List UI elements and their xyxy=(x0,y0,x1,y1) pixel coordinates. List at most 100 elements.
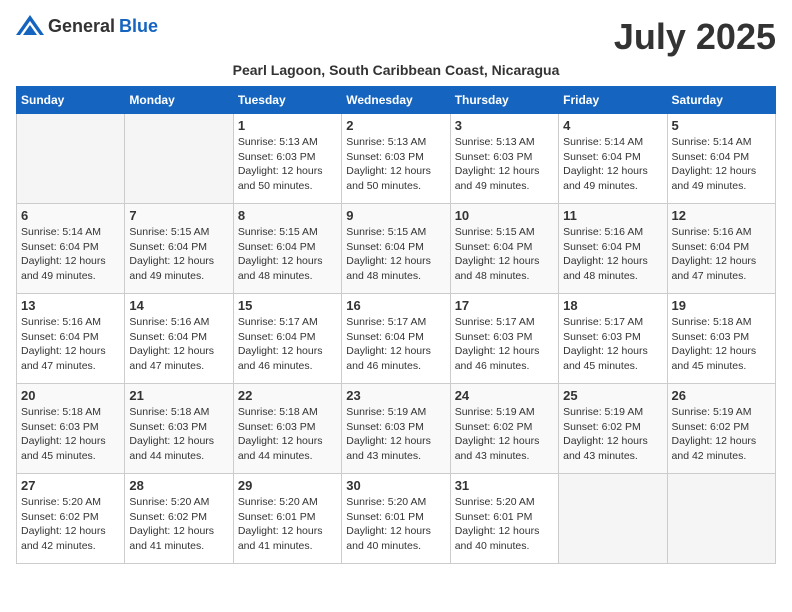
calendar-cell: 30 Sunrise: 5:20 AM Sunset: 6:01 PM Dayli… xyxy=(342,474,450,564)
calendar-cell: 3 Sunrise: 5:13 AM Sunset: 6:03 PM Daylig… xyxy=(450,114,558,204)
day-info: Sunrise: 5:19 AM Sunset: 6:02 PM Dayligh… xyxy=(672,405,771,464)
day-info: Sunrise: 5:13 AM Sunset: 6:03 PM Dayligh… xyxy=(346,135,445,194)
day-info: Sunrise: 5:16 AM Sunset: 6:04 PM Dayligh… xyxy=(21,315,120,374)
calendar-week-1: 1 Sunrise: 5:13 AM Sunset: 6:03 PM Daylig… xyxy=(17,114,776,204)
calendar-cell: 21Sunrise: 5:18 AM Sunset: 6:03 PM Dayli… xyxy=(125,384,233,474)
calendar-header-row: SundayMondayTuesdayWednesdayThursdayFrid… xyxy=(17,87,776,114)
day-info: Sunrise: 5:16 AM Sunset: 6:04 PM Dayligh… xyxy=(129,315,228,374)
day-number: 27 xyxy=(21,478,120,493)
day-info: Sunrise: 5:20 AM Sunset: 6:02 PM Dayligh… xyxy=(129,495,228,554)
day-info: Sunrise: 5:16 AM Sunset: 6:04 PM Dayligh… xyxy=(672,225,771,284)
calendar-cell: 18 Sunrise: 5:17 AM Sunset: 6:03 PM Dayli… xyxy=(559,294,667,384)
day-info: Sunrise: 5:14 AM Sunset: 6:04 PM Dayligh… xyxy=(563,135,662,194)
location-title: Pearl Lagoon, South Caribbean Coast, Nic… xyxy=(16,62,776,78)
day-info: Sunrise: 5:20 AM Sunset: 6:01 PM Dayligh… xyxy=(238,495,337,554)
column-header-saturday: Saturday xyxy=(667,87,775,114)
day-info: Sunrise: 5:16 AM Sunset: 6:04 PM Dayligh… xyxy=(563,225,662,284)
calendar-cell: 2 Sunrise: 5:13 AM Sunset: 6:03 PM Daylig… xyxy=(342,114,450,204)
day-info: Sunrise: 5:17 AM Sunset: 6:04 PM Dayligh… xyxy=(238,315,337,374)
day-number: 8 xyxy=(238,208,337,223)
calendar-cell: 26 Sunrise: 5:19 AM Sunset: 6:02 PM Dayli… xyxy=(667,384,775,474)
day-number: 23 xyxy=(346,388,445,403)
day-number: 30 xyxy=(346,478,445,493)
logo-general: General xyxy=(48,16,115,37)
calendar-cell: 23 Sunrise: 5:19 AM Sunset: 6:03 PM Dayli… xyxy=(342,384,450,474)
column-header-sunday: Sunday xyxy=(17,87,125,114)
day-number: 14 xyxy=(129,298,228,313)
calendar-week-5: 27 Sunrise: 5:20 AM Sunset: 6:02 PM Dayli… xyxy=(17,474,776,564)
calendar-cell: 20 Sunrise: 5:18 AM Sunset: 6:03 PM Dayli… xyxy=(17,384,125,474)
day-number: 31 xyxy=(455,478,554,493)
day-number: 22 xyxy=(238,388,337,403)
day-number: 10 xyxy=(455,208,554,223)
calendar-cell xyxy=(17,114,125,204)
day-info: Sunrise: 5:18 AM Sunset: 6:03 PM Dayligh… xyxy=(129,405,228,464)
day-info: Sunrise: 5:15 AM Sunset: 6:04 PM Dayligh… xyxy=(346,225,445,284)
day-number: 26 xyxy=(672,388,771,403)
logo-icon xyxy=(16,15,44,35)
day-info: Sunrise: 5:17 AM Sunset: 6:03 PM Dayligh… xyxy=(563,315,662,374)
calendar-cell: 10 Sunrise: 5:15 AM Sunset: 6:04 PM Dayli… xyxy=(450,204,558,294)
calendar-cell: 11 Sunrise: 5:16 AM Sunset: 6:04 PM Dayli… xyxy=(559,204,667,294)
day-info: Sunrise: 5:20 AM Sunset: 6:01 PM Dayligh… xyxy=(346,495,445,554)
day-number: 3 xyxy=(455,118,554,133)
logo: GeneralBlue xyxy=(16,16,158,37)
calendar-cell: 31 Sunrise: 5:20 AM Sunset: 6:01 PM Dayli… xyxy=(450,474,558,564)
calendar-cell: 25 Sunrise: 5:19 AM Sunset: 6:02 PM Dayli… xyxy=(559,384,667,474)
calendar-week-2: 6Sunrise: 5:14 AM Sunset: 6:04 PM Daylig… xyxy=(17,204,776,294)
calendar-cell xyxy=(125,114,233,204)
day-info: Sunrise: 5:18 AM Sunset: 6:03 PM Dayligh… xyxy=(21,405,120,464)
calendar-cell: 8 Sunrise: 5:15 AM Sunset: 6:04 PM Daylig… xyxy=(233,204,341,294)
day-number: 29 xyxy=(238,478,337,493)
day-number: 2 xyxy=(346,118,445,133)
day-number: 13 xyxy=(21,298,120,313)
calendar-cell: 9Sunrise: 5:15 AM Sunset: 6:04 PM Daylig… xyxy=(342,204,450,294)
day-number: 5 xyxy=(672,118,771,133)
day-number: 24 xyxy=(455,388,554,403)
calendar-cell: 4 Sunrise: 5:14 AM Sunset: 6:04 PM Daylig… xyxy=(559,114,667,204)
column-header-thursday: Thursday xyxy=(450,87,558,114)
day-number: 25 xyxy=(563,388,662,403)
calendar-cell: 1Sunrise: 5:13 AM Sunset: 6:03 PM Daylig… xyxy=(233,114,341,204)
day-info: Sunrise: 5:19 AM Sunset: 6:03 PM Dayligh… xyxy=(346,405,445,464)
calendar-week-4: 20 Sunrise: 5:18 AM Sunset: 6:03 PM Dayli… xyxy=(17,384,776,474)
calendar-cell: 12 Sunrise: 5:16 AM Sunset: 6:04 PM Dayli… xyxy=(667,204,775,294)
day-info: Sunrise: 5:14 AM Sunset: 6:04 PM Dayligh… xyxy=(672,135,771,194)
day-info: Sunrise: 5:19 AM Sunset: 6:02 PM Dayligh… xyxy=(455,405,554,464)
calendar-cell xyxy=(559,474,667,564)
day-info: Sunrise: 5:13 AM Sunset: 6:03 PM Dayligh… xyxy=(455,135,554,194)
calendar-cell: 19 Sunrise: 5:18 AM Sunset: 6:03 PM Dayli… xyxy=(667,294,775,384)
calendar-cell: 16 Sunrise: 5:17 AM Sunset: 6:04 PM Dayli… xyxy=(342,294,450,384)
day-info: Sunrise: 5:19 AM Sunset: 6:02 PM Dayligh… xyxy=(563,405,662,464)
column-header-tuesday: Tuesday xyxy=(233,87,341,114)
day-info: Sunrise: 5:15 AM Sunset: 6:04 PM Dayligh… xyxy=(455,225,554,284)
day-number: 1 xyxy=(238,118,337,133)
logo-blue: Blue xyxy=(119,16,158,37)
day-number: 16 xyxy=(346,298,445,313)
calendar-cell: 14 Sunrise: 5:16 AM Sunset: 6:04 PM Dayli… xyxy=(125,294,233,384)
day-info: Sunrise: 5:18 AM Sunset: 6:03 PM Dayligh… xyxy=(238,405,337,464)
day-number: 12 xyxy=(672,208,771,223)
calendar-cell: 17Sunrise: 5:17 AM Sunset: 6:03 PM Dayli… xyxy=(450,294,558,384)
day-number: 4 xyxy=(563,118,662,133)
column-header-wednesday: Wednesday xyxy=(342,87,450,114)
calendar-cell: 27Sunrise: 5:20 AM Sunset: 6:02 PM Dayli… xyxy=(17,474,125,564)
day-number: 15 xyxy=(238,298,337,313)
month-title: July 2025 xyxy=(614,16,776,58)
calendar-table: SundayMondayTuesdayWednesdayThursdayFrid… xyxy=(16,86,776,564)
day-number: 20 xyxy=(21,388,120,403)
day-info: Sunrise: 5:15 AM Sunset: 6:04 PM Dayligh… xyxy=(129,225,228,284)
calendar-cell: 5 Sunrise: 5:14 AM Sunset: 6:04 PM Daylig… xyxy=(667,114,775,204)
calendar-cell: 7Sunrise: 5:15 AM Sunset: 6:04 PM Daylig… xyxy=(125,204,233,294)
day-number: 11 xyxy=(563,208,662,223)
day-number: 19 xyxy=(672,298,771,313)
day-info: Sunrise: 5:18 AM Sunset: 6:03 PM Dayligh… xyxy=(672,315,771,374)
day-number: 18 xyxy=(563,298,662,313)
day-info: Sunrise: 5:20 AM Sunset: 6:01 PM Dayligh… xyxy=(455,495,554,554)
day-info: Sunrise: 5:15 AM Sunset: 6:04 PM Dayligh… xyxy=(238,225,337,284)
calendar-cell: 13 Sunrise: 5:16 AM Sunset: 6:04 PM Dayli… xyxy=(17,294,125,384)
page-header: GeneralBlue July 2025 xyxy=(16,16,776,58)
calendar-cell: 22 Sunrise: 5:18 AM Sunset: 6:03 PM Dayli… xyxy=(233,384,341,474)
day-info: Sunrise: 5:17 AM Sunset: 6:04 PM Dayligh… xyxy=(346,315,445,374)
calendar-cell xyxy=(667,474,775,564)
